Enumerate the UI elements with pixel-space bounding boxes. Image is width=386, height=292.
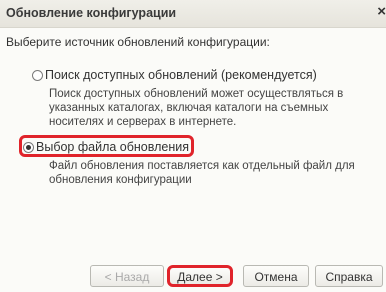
next-button[interactable]: Далее >	[167, 265, 233, 287]
option-search-updates-label: Поиск доступных обновлений (рекомендуетс…	[45, 68, 317, 82]
description-line: Поиск доступных обновлений может осущест…	[49, 88, 344, 100]
update-config-dialog: Обновление конфигурации × Выберите источ…	[0, 0, 386, 292]
back-button[interactable]: < Назад	[90, 265, 164, 287]
option-select-file-description: Файл обновления поставляется как отдельн…	[49, 159, 355, 187]
description-line: указанных каталогах, включая каталоги на…	[49, 102, 329, 114]
option-search-updates[interactable]: Поиск доступных обновлений (рекомендуетс…	[32, 68, 317, 82]
radio-select-file[interactable]	[23, 141, 34, 153]
button-bar: < Назад Далее > Отмена Справка	[0, 260, 386, 292]
description-line: носителях и серверах в интернете.	[49, 116, 237, 128]
title-bar[interactable]: Обновление конфигурации ×	[0, 0, 386, 28]
option-select-file[interactable]: Выбор файла обновления	[23, 140, 189, 154]
help-button[interactable]: Справка	[315, 265, 383, 287]
window-title: Обновление конфигурации	[6, 6, 177, 20]
description-line: обновления конфигурации	[49, 174, 192, 186]
source-prompt: Выберите источник обновлений конфигураци…	[6, 35, 270, 49]
cancel-button[interactable]: Отмена	[243, 265, 309, 287]
option-select-file-label: Выбор файла обновления	[36, 140, 190, 154]
radio-search-updates[interactable]	[32, 69, 43, 81]
close-icon[interactable]: ×	[377, 4, 386, 20]
option-search-updates-description: Поиск доступных обновлений может осущест…	[49, 87, 343, 129]
description-line: Файл обновления поставляется как отдельн…	[49, 160, 355, 172]
